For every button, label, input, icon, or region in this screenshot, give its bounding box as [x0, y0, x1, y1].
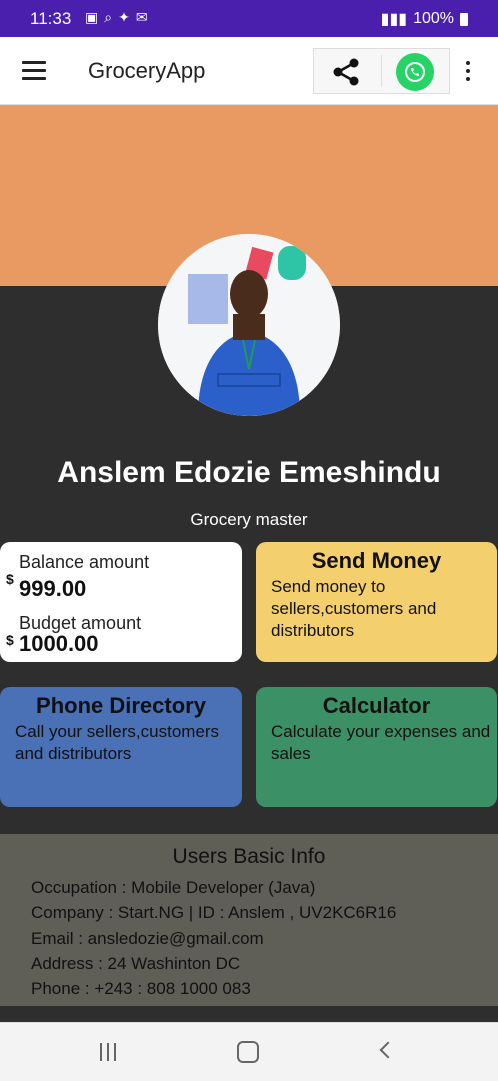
send-money-card[interactable]: Send Money Send money to sellers,custome… [256, 542, 497, 662]
share-icon[interactable] [330, 56, 362, 88]
calculator-card[interactable]: Calculator Calculate your expenses and s… [256, 687, 497, 807]
home-icon[interactable] [237, 1041, 259, 1063]
calculator-description: Calculate your expenses and sales [271, 722, 491, 763]
status-time: 11:33 [30, 9, 72, 28]
battery-percent: 100% [413, 10, 454, 27]
calculator-title: Calculator [322, 693, 431, 718]
phone-directory-title: Phone Directory [36, 693, 206, 718]
email-text: Email : ansledozie@gmail.com [31, 929, 264, 948]
notification-icons: ▣ ⌕ ✦ ✉ [85, 9, 148, 26]
address-text: Address : 24 Washinton DC [31, 954, 241, 973]
system-nav-bar [0, 1022, 498, 1081]
balance-label: Balance amount [19, 552, 150, 572]
send-money-description: Send money to sellers,customers and dist… [271, 577, 437, 640]
whatsapp-icon[interactable] [396, 53, 434, 91]
message-icon: ✉ [135, 9, 148, 25]
back-icon[interactable] [379, 1041, 397, 1059]
signal-icon: ▮▮▮ [380, 11, 408, 28]
budget-currency: $ [6, 632, 14, 648]
user-info-panel: Users Basic Info Occupation : Mobile Dev… [0, 834, 498, 1006]
user-info-heading: Users Basic Info [172, 845, 326, 868]
status-bar: 11:33 ▣ ⌕ ✦ ✉ ▮▮▮ 100% [0, 0, 498, 37]
send-money-title: Send Money [311, 548, 442, 573]
user-name: Anslem Edozie Emeshindu [57, 456, 441, 489]
divider [381, 55, 382, 87]
action-box [313, 48, 450, 94]
balance-value: 999.00 [19, 576, 87, 601]
phone-directory-card[interactable]: Phone Directory Call your sellers,custom… [0, 687, 242, 807]
occupation-text: Occupation : Mobile Developer (Java) [31, 878, 316, 897]
budget-value: 1000.00 [19, 631, 99, 656]
balance-currency: $ [6, 571, 14, 587]
phone-text: Phone : +243 : 808 1000 083 [31, 979, 251, 998]
avatar [158, 234, 340, 416]
battery-icon [460, 12, 468, 26]
phone-directory-description: Call your sellers,customers and distribu… [15, 722, 220, 763]
user-role: Grocery master [190, 510, 308, 529]
balance-card: Balance amount $ 999.00 Budget amount $ … [0, 542, 242, 662]
notification-icon: ▣ [85, 9, 99, 25]
recent-apps-icon[interactable] [100, 1043, 118, 1061]
app-bar: GroceryApp [0, 37, 498, 105]
more-options-icon[interactable] [466, 61, 472, 85]
twitter-icon: ✦ [118, 9, 130, 25]
app-title: GroceryApp [88, 58, 206, 83]
company-text: Company : Start.NG | ID : Anslem , UV2KC… [31, 903, 397, 922]
status-right: ▮▮▮ 100% [381, 9, 468, 29]
search-icon: ⌕ [104, 9, 113, 25]
menu-icon[interactable] [22, 61, 46, 80]
